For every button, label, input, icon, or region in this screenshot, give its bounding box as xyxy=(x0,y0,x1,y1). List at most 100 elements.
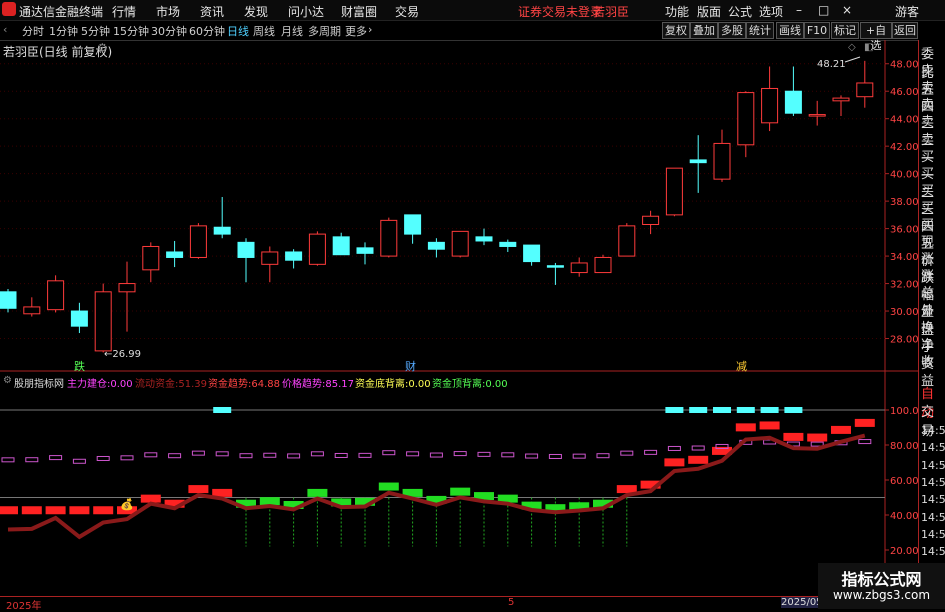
user-label[interactable]: 游客 xyxy=(895,3,919,20)
price-trend-mark xyxy=(572,453,586,459)
tab-1min[interactable]: 1分钟 xyxy=(49,23,78,39)
watermark-url: www.zbgs3.com xyxy=(832,588,931,602)
candle-body xyxy=(761,87,779,124)
fund-trend-block xyxy=(735,423,756,432)
expand-icon[interactable]: ◧ xyxy=(864,42,873,53)
f10-button[interactable]: F10 xyxy=(804,22,830,39)
price-trend-mark xyxy=(25,457,39,463)
top-signal-marker xyxy=(736,407,755,413)
menu-trade[interactable]: 交易 xyxy=(395,3,419,20)
back-button[interactable]: 返回 xyxy=(892,22,918,39)
candle-body xyxy=(451,230,469,257)
tab-more[interactable]: 更多 xyxy=(345,23,367,39)
candle-body xyxy=(523,244,541,263)
price-tick-label: 46.00 xyxy=(890,87,918,98)
tick-time-label: 14:56 xyxy=(921,424,945,437)
statistics-button[interactable]: 统计 xyxy=(746,22,774,39)
ind-tick-label: 40.00 xyxy=(890,511,918,522)
candle-body xyxy=(23,306,41,315)
kline-chart[interactable]: 48.00 46.00 44.00 42.00 40.00 38.00 36.00 34.00… xyxy=(0,40,918,595)
candle-body xyxy=(308,233,326,265)
candle-body xyxy=(737,92,755,146)
candle-body xyxy=(427,241,445,250)
top-signal-marker xyxy=(665,407,684,413)
price-tick-label: 40.00 xyxy=(890,170,918,181)
collapse-icon[interactable]: ‹ xyxy=(3,23,7,36)
login-notice[interactable]: 证券交易未登录 xyxy=(518,3,602,20)
menu-bar: 通达信金融终端 行情 市场 资讯 发现 问小达 财富圈 交易 证券交易未登录 若… xyxy=(0,0,945,21)
indicator-name: 股朋指标网 xyxy=(14,379,64,390)
tick-time-label: 14:56 xyxy=(921,441,945,455)
more-arrow-icon[interactable]: › xyxy=(368,23,372,36)
mark-button[interactable]: 标记 xyxy=(831,22,859,39)
multi-stock-button[interactable]: 多股 xyxy=(718,22,746,39)
candle-body xyxy=(784,90,802,114)
menu-function[interactable]: 功能 xyxy=(665,3,689,20)
menu-news[interactable]: 资讯 xyxy=(200,3,224,20)
adjust-button[interactable]: 复权 xyxy=(662,22,690,39)
candle-body xyxy=(689,159,707,164)
tab-multi-period[interactable]: 多周期 xyxy=(308,23,341,39)
fund-trend-block xyxy=(307,488,328,497)
candle-body xyxy=(499,241,517,247)
price-tick-label: 28.00 xyxy=(890,335,918,346)
menu-options[interactable]: 选项 xyxy=(759,3,783,20)
candle-body xyxy=(404,214,422,235)
menu-layout[interactable]: 版面 xyxy=(697,3,721,20)
tab-15min[interactable]: 15分钟 xyxy=(113,23,149,39)
fund-trend-block xyxy=(21,506,42,515)
maximize-button[interactable]: □ xyxy=(818,3,829,17)
time-label-cursor: 2025/05 xyxy=(781,597,823,608)
stock-name-top: 若羽臣 xyxy=(593,5,630,19)
menu-discover[interactable]: 发现 xyxy=(244,3,268,20)
menu-wealth[interactable]: 财富圈 xyxy=(341,3,377,20)
tab-60min[interactable]: 60分钟 xyxy=(189,23,225,39)
indicator-layer xyxy=(0,407,875,547)
price-trend-mark xyxy=(453,451,467,457)
tab-30min[interactable]: 30分钟 xyxy=(151,23,187,39)
fund-trend-block xyxy=(93,506,114,515)
marker-finance[interactable]: 财 xyxy=(405,358,416,374)
fund-trend-block xyxy=(0,506,18,515)
menu-assistant[interactable]: 问小达 xyxy=(288,3,324,20)
title-settings-icon[interactable]: ⚙ xyxy=(97,41,108,55)
high-arrow-icon xyxy=(844,56,861,63)
price-trend-mark xyxy=(168,453,182,459)
indicator-item-bottom-div: 资金底背离:0.00 xyxy=(355,379,431,390)
price-tick-label: 42.00 xyxy=(890,142,918,153)
draw-line-button[interactable]: 画线 xyxy=(776,22,804,39)
candle-body xyxy=(213,226,231,235)
tab-monthly[interactable]: 月线 xyxy=(281,23,303,39)
marker-fall[interactable]: 跌 xyxy=(74,358,85,374)
overlay-button[interactable]: 叠加 xyxy=(690,22,718,39)
ind-tick-label: 20.00 xyxy=(890,546,918,557)
low-price-value: 26.99 xyxy=(112,349,142,360)
add-watchlist-button[interactable]: +自选 xyxy=(860,22,892,52)
menu-market[interactable]: 市场 xyxy=(156,3,180,20)
price-trend-mark xyxy=(263,452,277,458)
tab-weekly[interactable]: 周线 xyxy=(253,23,275,39)
minimize-button[interactable]: – xyxy=(796,3,802,17)
price-trend-mark xyxy=(667,445,681,451)
candle-body xyxy=(118,283,136,293)
menu-formula[interactable]: 公式 xyxy=(728,3,752,20)
candle-body xyxy=(856,82,874,98)
tab-daily[interactable]: 日线 xyxy=(227,23,249,39)
price-tick-label: 38.00 xyxy=(890,197,918,208)
price-trend-mark xyxy=(287,453,301,459)
candle-body xyxy=(713,142,731,180)
diamond-icon[interactable]: ◇ xyxy=(848,42,856,53)
fund-trend-block xyxy=(807,433,828,442)
price-trend-mark xyxy=(501,452,515,458)
fund-trend-block xyxy=(854,418,875,427)
price-tick-label: 48.00 xyxy=(890,60,918,71)
menu-quotes[interactable]: 行情 xyxy=(112,3,136,20)
tab-5min[interactable]: 5分钟 xyxy=(81,23,110,39)
close-button[interactable]: × xyxy=(842,3,852,17)
fund-trend-block xyxy=(140,494,161,503)
tab-intraday[interactable]: 分时 xyxy=(22,23,44,39)
indicator-settings-icon[interactable]: ⚙ xyxy=(3,375,12,386)
marker-reduce[interactable]: 减 xyxy=(736,358,747,374)
indicator-item-build: 主力建仓:0.00 xyxy=(67,379,133,390)
candle-body xyxy=(380,219,398,257)
